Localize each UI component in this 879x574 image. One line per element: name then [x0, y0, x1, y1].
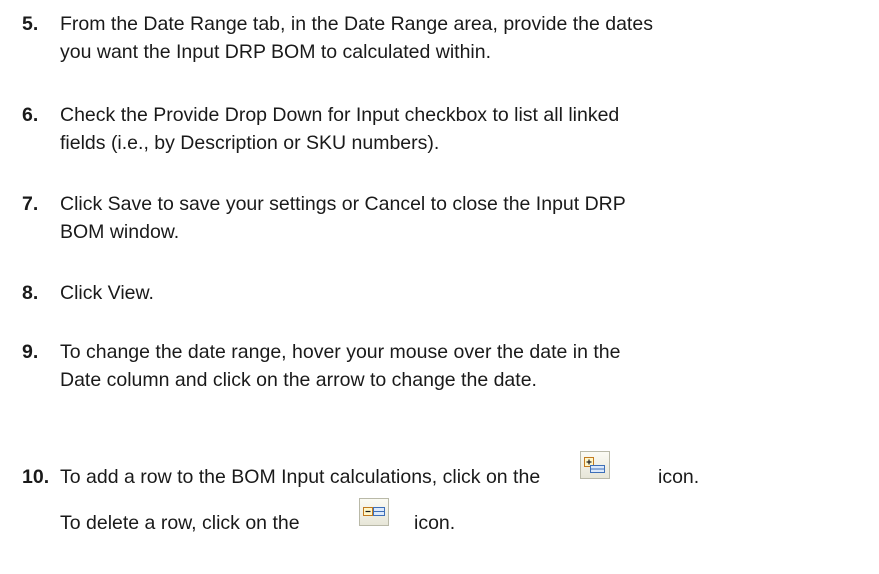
- step-6: 6. Check the Provide Drop Down for Input…: [22, 101, 872, 157]
- step-text-line: To add a row to the BOM Input calculatio…: [60, 463, 872, 491]
- add-row-text: To add a row to the BOM Input calculatio…: [60, 466, 541, 488]
- delete-row-suffix: icon.: [414, 512, 456, 534]
- delete-row-text: To delete a row, click on the: [60, 512, 300, 534]
- step-text-line: Click View.: [60, 282, 154, 304]
- step-5: 5. From the Date Range tab, in the Date …: [22, 10, 872, 66]
- add-row-icon[interactable]: [580, 451, 610, 479]
- step-10: 10. To add a row to the BOM Input calcul…: [22, 451, 872, 537]
- add-row-suffix: icon.: [658, 466, 700, 488]
- step-text-line: BOM window.: [60, 221, 180, 243]
- step-number: 9.: [22, 341, 39, 363]
- step-8: 8. Click View.: [22, 279, 872, 307]
- delete-row-icon[interactable]: [359, 498, 389, 526]
- step-text-line: fields (i.e., by Description or SKU numb…: [60, 132, 440, 154]
- step-7: 7. Click Save to save your settings or C…: [22, 190, 872, 246]
- step-number: 10.: [22, 466, 50, 488]
- step-text-line: Click Save to save your settings or Canc…: [60, 193, 626, 215]
- step-number: 7.: [22, 193, 39, 215]
- step-text-line: you want the Input DRP BOM to calculated…: [60, 41, 492, 63]
- step-text-line: From the Date Range tab, in the Date Ran…: [60, 13, 653, 35]
- step-text-line: Check the Provide Drop Down for Input ch…: [60, 104, 620, 126]
- step-text-line: To change the date range, hover your mou…: [60, 341, 621, 363]
- step-text-line: To delete a row, click on the: [60, 509, 872, 537]
- step-number: 8.: [22, 282, 39, 304]
- step-number: 5.: [22, 13, 39, 35]
- step-text-line: Date column and click on the arrow to ch…: [60, 369, 537, 391]
- step-9: 9. To change the date range, hover your …: [22, 338, 872, 394]
- step-number: 6.: [22, 104, 39, 126]
